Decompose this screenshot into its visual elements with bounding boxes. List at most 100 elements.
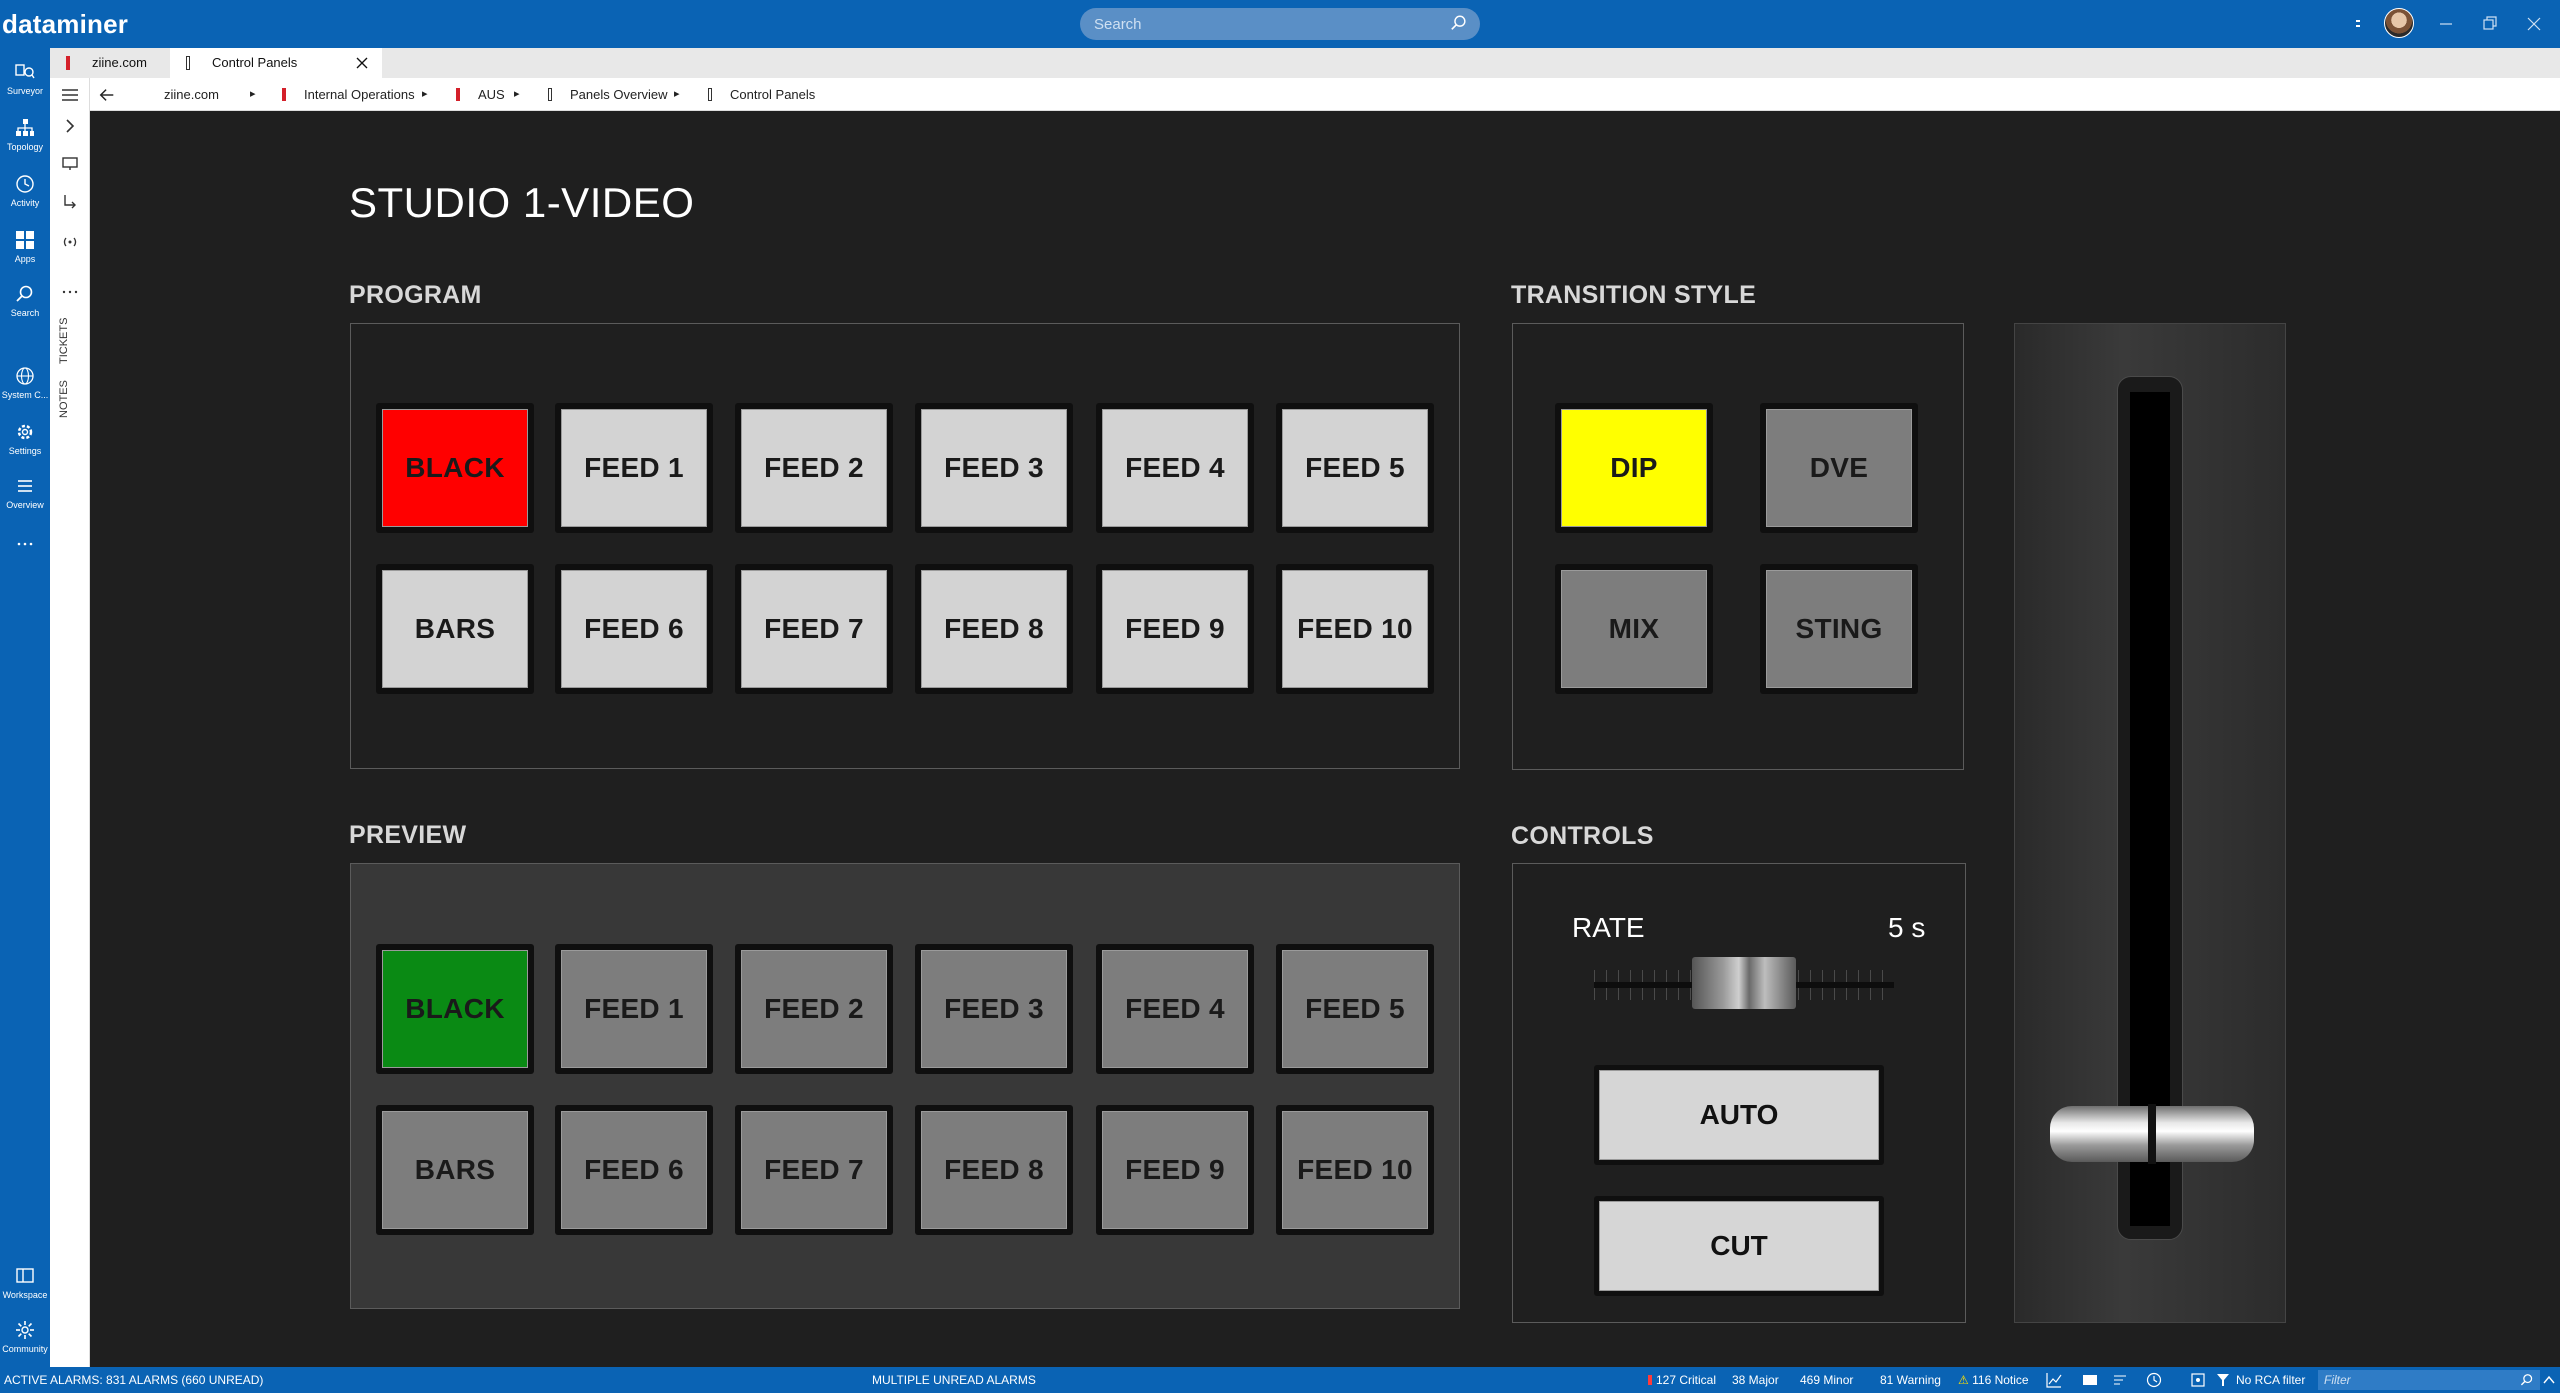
search-icon bbox=[16, 285, 33, 302]
more-icon[interactable] bbox=[60, 282, 80, 302]
preview-black-button[interactable]: BLACK bbox=[376, 944, 534, 1074]
monitor-icon[interactable] bbox=[60, 154, 80, 174]
major-count[interactable]: 38 Major bbox=[1732, 1373, 1779, 1387]
program-feed-6-button[interactable]: FEED 6 bbox=[555, 564, 713, 694]
rate-slider-thumb[interactable] bbox=[1692, 957, 1796, 1009]
notifications-icon[interactable] bbox=[2348, 14, 2368, 34]
preview-feed-1-button[interactable]: FEED 1 bbox=[555, 944, 713, 1074]
connector-icon[interactable] bbox=[60, 192, 80, 212]
page-title: STUDIO 1-VIDEO bbox=[349, 179, 695, 226]
notes-tab[interactable]: NOTES bbox=[58, 380, 70, 418]
minor-count[interactable]: 469 Minor bbox=[1800, 1373, 1853, 1387]
preview-feed-7-button[interactable]: FEED 7 bbox=[735, 1105, 893, 1235]
search-icon[interactable] bbox=[2520, 1373, 2534, 1387]
back-arrow-icon[interactable] bbox=[98, 86, 116, 104]
nav-activity[interactable]: Activity bbox=[0, 166, 50, 216]
breadcrumb-item[interactable]: Control Panels bbox=[708, 87, 815, 102]
clock-icon[interactable] bbox=[2146, 1372, 2162, 1388]
more-icon bbox=[17, 542, 33, 546]
tickets-tab[interactable]: TICKETS bbox=[58, 318, 70, 364]
filter-input[interactable]: Filter bbox=[2318, 1370, 2540, 1390]
preview-feed-4-button[interactable]: FEED 4 bbox=[1096, 944, 1254, 1074]
breadcrumb-item[interactable]: ziine.com bbox=[142, 87, 219, 102]
preview-feed-3-button[interactable]: FEED 3 bbox=[915, 944, 1073, 1074]
apps-icon bbox=[16, 231, 34, 249]
transition-mix-button[interactable]: MIX bbox=[1555, 564, 1713, 694]
transition-dve-button[interactable]: DVE bbox=[1760, 403, 1918, 533]
list-icon bbox=[18, 480, 32, 492]
nav-settings[interactable]: Settings bbox=[0, 414, 50, 464]
status-bar: ACTIVE ALARMS: 831 ALARMS (660 UNREAD) M… bbox=[0, 1367, 2560, 1393]
avatar[interactable] bbox=[2384, 8, 2414, 38]
preview-feed-8-button[interactable]: FEED 8 bbox=[915, 1105, 1073, 1235]
preview-feed-10-button[interactable]: FEED 10 bbox=[1276, 1105, 1434, 1235]
cut-button[interactable]: CUT bbox=[1594, 1196, 1884, 1296]
chevron-up-icon[interactable] bbox=[2542, 1373, 2556, 1387]
program-feed-10-button[interactable]: FEED 10 bbox=[1276, 564, 1434, 694]
sort-icon[interactable] bbox=[2112, 1372, 2128, 1388]
program-feed-5-button[interactable]: FEED 5 bbox=[1276, 403, 1434, 533]
nav-surveyor[interactable]: Surveyor bbox=[0, 54, 50, 104]
critical-count[interactable]: 127 Critical bbox=[1648, 1373, 1716, 1387]
nav-workspace[interactable]: Workspace bbox=[0, 1258, 50, 1308]
unread-alarms-notice[interactable]: MULTIPLE UNREAD ALARMS bbox=[872, 1373, 1036, 1387]
breadcrumb-item[interactable]: Panels Overview bbox=[548, 87, 668, 102]
nav-topology[interactable]: Topology bbox=[0, 110, 50, 160]
auto-button[interactable]: AUTO bbox=[1594, 1065, 1884, 1165]
chevron-right-icon[interactable] bbox=[60, 116, 80, 136]
target-icon[interactable] bbox=[2190, 1372, 2206, 1388]
rca-filter[interactable]: No RCA filter bbox=[2236, 1373, 2305, 1387]
breadcrumb-separator: ▸ bbox=[250, 88, 256, 100]
active-alarms-count[interactable]: ACTIVE ALARMS: 831 ALARMS (660 UNREAD) bbox=[4, 1373, 263, 1387]
preview-feed-5-button[interactable]: FEED 5 bbox=[1276, 944, 1434, 1074]
nav-more[interactable] bbox=[0, 526, 50, 576]
preview-feed-6-button[interactable]: FEED 6 bbox=[555, 1105, 713, 1235]
nav-system-center[interactable]: System C... bbox=[0, 358, 50, 408]
search-icon[interactable] bbox=[1450, 14, 1468, 32]
program-feed-8-button[interactable]: FEED 8 bbox=[915, 564, 1073, 694]
program-feed-4-button[interactable]: FEED 4 bbox=[1096, 403, 1254, 533]
program-bars-button[interactable]: BARS bbox=[376, 564, 534, 694]
transition-dip-button[interactable]: DIP bbox=[1555, 403, 1713, 533]
side-strip: TICKETS NOTES bbox=[50, 78, 90, 1367]
preview-feed-2-button[interactable]: FEED 2 bbox=[735, 944, 893, 1074]
preview-bars-button[interactable]: BARS bbox=[376, 1105, 534, 1235]
hamburger-icon[interactable] bbox=[60, 85, 80, 105]
filter-icon[interactable] bbox=[2216, 1372, 2230, 1388]
transition-sting-button[interactable]: STING bbox=[1760, 564, 1918, 694]
nav-search[interactable]: Search bbox=[0, 276, 50, 326]
close-icon[interactable] bbox=[2524, 14, 2544, 34]
preview-feed-9-button[interactable]: FEED 9 bbox=[1096, 1105, 1254, 1235]
nav-community[interactable]: Community bbox=[0, 1312, 50, 1362]
nav-apps[interactable]: Apps bbox=[0, 222, 50, 272]
breadcrumb-item[interactable]: Internal Operations bbox=[282, 87, 415, 102]
brand-logo: dataminer bbox=[2, 9, 129, 39]
program-feed-1-button[interactable]: FEED 1 bbox=[555, 403, 713, 533]
restore-icon[interactable] bbox=[2480, 14, 2500, 34]
close-tab-icon[interactable] bbox=[356, 57, 368, 69]
program-feed-9-button[interactable]: FEED 9 bbox=[1096, 564, 1254, 694]
program-feed-2-button[interactable]: FEED 2 bbox=[735, 403, 893, 533]
program-black-button[interactable]: BLACK bbox=[376, 403, 534, 533]
chart-icon[interactable] bbox=[2046, 1372, 2062, 1388]
program-feed-7-button[interactable]: FEED 7 bbox=[735, 564, 893, 694]
t-bar-track[interactable] bbox=[2130, 392, 2170, 1226]
tab-ziine[interactable]: ziine.com bbox=[50, 48, 170, 78]
gear-icon bbox=[17, 424, 33, 440]
workspace-icon bbox=[16, 1268, 34, 1283]
tab-control-panels[interactable]: Control Panels bbox=[170, 48, 382, 78]
globe-icon bbox=[16, 367, 34, 385]
notice-count[interactable]: ⚠ 116 Notice bbox=[1958, 1373, 2029, 1387]
breadcrumb-item[interactable]: AUS bbox=[456, 87, 505, 102]
list-view-icon[interactable] bbox=[2082, 1372, 2098, 1388]
top-bar: dataminer Search bbox=[0, 0, 2560, 48]
program-feed-3-button[interactable]: FEED 3 bbox=[915, 403, 1073, 533]
tab-status-marker bbox=[186, 56, 190, 70]
minimize-icon[interactable] bbox=[2436, 14, 2456, 34]
t-bar-handle-groove bbox=[2148, 1104, 2156, 1164]
nav-overview[interactable]: Overview bbox=[0, 468, 50, 518]
rate-label: RATE bbox=[1572, 912, 1645, 943]
search-box[interactable]: Search bbox=[1080, 8, 1480, 40]
warning-count[interactable]: 81 Warning bbox=[1880, 1373, 1941, 1387]
signal-icon[interactable] bbox=[60, 232, 80, 252]
